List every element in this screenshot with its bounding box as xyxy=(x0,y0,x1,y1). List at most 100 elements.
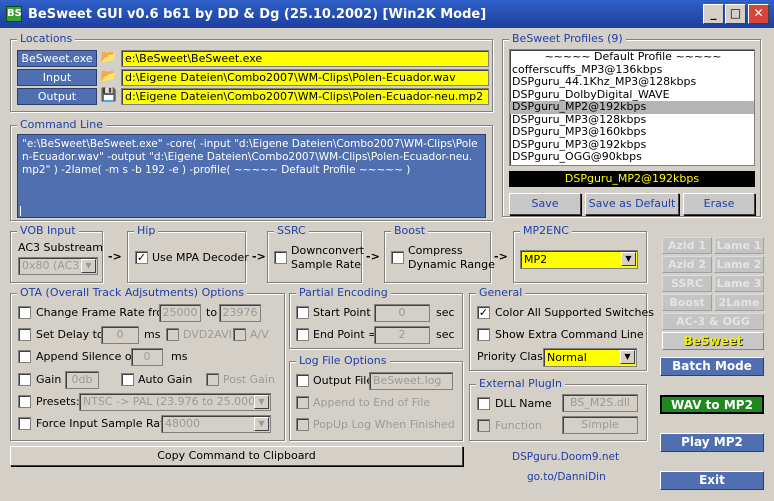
exit-button[interactable]: Exit xyxy=(660,471,764,490)
dannidin-link[interactable]: go.to/DanniDin xyxy=(527,471,606,483)
general-group: General ✓ Color All Supported Switches S… xyxy=(469,286,654,371)
chevron-down-icon[interactable]: ▼ xyxy=(81,259,96,273)
ssrc-group: SSRC Downconvert Sample Rate xyxy=(267,224,364,283)
output-file-checkbox[interactable] xyxy=(296,374,309,387)
downconvert-checkbox[interactable] xyxy=(274,251,287,264)
lame2-button[interactable]: Lame 2 xyxy=(714,256,764,273)
doom9-link[interactable]: DSPguru.Doom9.net xyxy=(512,451,619,463)
floppy-disk-icon[interactable]: 💾 xyxy=(99,88,119,105)
ms-label-2: ms xyxy=(171,350,188,363)
change-frame-rate-checkbox[interactable] xyxy=(18,306,31,319)
priority-class-value: Normal xyxy=(547,351,587,364)
show-extra-label: Show Extra Command Line xyxy=(495,328,644,341)
log-file-title: Log File Options xyxy=(296,354,390,367)
profile-item[interactable]: ~~~~~ Default Profile ~~~~~ xyxy=(510,50,754,64)
profile-item[interactable]: DSPguru_OGG@90kbps xyxy=(510,150,754,164)
general-title: General xyxy=(476,286,526,299)
presets-checkbox[interactable] xyxy=(18,395,31,408)
set-delay-checkbox[interactable] xyxy=(18,328,31,341)
mp2enc-select[interactable]: MP2 ▼ xyxy=(520,250,638,269)
auto-gain-checkbox[interactable] xyxy=(121,373,134,386)
priority-class-label: Priority Class xyxy=(477,350,549,363)
folder-open-icon[interactable]: 📂 xyxy=(99,69,119,86)
output-field[interactable]: d:\Eigene Dateien\Combo2007\WM-Clips\Pol… xyxy=(121,88,489,105)
ssrc-tag-button[interactable]: SSRC xyxy=(662,275,712,292)
minimize-button[interactable]: _ xyxy=(703,4,724,24)
external-plugin-title: External PlugIn xyxy=(476,377,565,390)
besweet-exe-field[interactable]: e:\BeSweet\BeSweet.exe xyxy=(121,50,489,67)
chevron-down-icon[interactable]: ▼ xyxy=(621,252,636,266)
use-mpa-decoder-checkbox[interactable]: ✓ xyxy=(135,251,148,264)
dvd2avi-label: DVD2AVI xyxy=(183,328,232,341)
input-field[interactable]: d:\Eigene Dateien\Combo2007\WM-Clips\Pol… xyxy=(121,69,489,86)
function-field[interactable]: Simple xyxy=(562,416,638,434)
append-to-end-checkbox[interactable] xyxy=(296,396,309,409)
output-button[interactable]: Output xyxy=(17,88,97,105)
function-checkbox[interactable] xyxy=(477,419,490,432)
command-line-text[interactable]: "e:\BeSweet\BeSweet.exe" -core( -input "… xyxy=(17,134,486,218)
silence-field[interactable]: 0 xyxy=(131,348,163,366)
besweet-exe-button[interactable]: BeSweet.exe xyxy=(17,50,97,67)
function-label: Function xyxy=(495,419,542,432)
append-silence-checkbox[interactable] xyxy=(18,350,31,363)
post-gain-checkbox[interactable] xyxy=(206,373,219,386)
gain-checkbox[interactable] xyxy=(18,373,31,386)
profiles-list[interactable]: ~~~~~ Default Profile ~~~~~ cofferscuffs… xyxy=(509,49,755,166)
start-point-checkbox[interactable] xyxy=(296,306,309,319)
azid2-button[interactable]: Azid 2 xyxy=(662,256,712,273)
profile-item[interactable]: DSPguru_44.1Khz_MP3@128kbps xyxy=(510,75,754,89)
delay-field[interactable]: 0 xyxy=(101,326,139,344)
force-sample-rate-checkbox[interactable] xyxy=(18,417,31,430)
save-button[interactable]: Save xyxy=(509,193,581,215)
av-checkbox[interactable] xyxy=(233,328,246,341)
hip-group: Hip ✓ Use MPA Decoder xyxy=(127,224,249,283)
force-sample-rate-label: Force Input Sample Rate xyxy=(36,417,172,430)
dll-name-field[interactable]: BS_M2S.dll xyxy=(562,394,638,412)
chevron-down-icon[interactable]: ▼ xyxy=(254,417,269,431)
force-sample-rate-select[interactable]: 48000 ▼ xyxy=(161,415,271,433)
chevron-down-icon[interactable]: ▼ xyxy=(254,395,269,409)
folder-open-icon[interactable]: 📂 xyxy=(99,50,119,67)
priority-class-select[interactable]: Normal ▼ xyxy=(543,348,637,367)
play-mp2-button[interactable]: Play MP2 xyxy=(660,433,764,452)
save-as-default-button[interactable]: Save as Default xyxy=(585,193,679,215)
auto-gain-label: Auto Gain xyxy=(138,373,193,386)
dll-name-checkbox[interactable] xyxy=(477,397,490,410)
end-point-checkbox[interactable] xyxy=(296,328,309,341)
lame1-button[interactable]: Lame 1 xyxy=(714,237,764,254)
batch-mode-button[interactable]: Batch Mode xyxy=(660,357,764,376)
frame-rate-to-field[interactable]: 23976 xyxy=(219,304,261,322)
title-bar[interactable]: BS BeSweet GUI v0.6 b61 by DD & Dg (25.1… xyxy=(0,0,774,28)
profile-item-selected[interactable]: DSPguru_MP2@192kbps xyxy=(510,100,754,114)
show-extra-checkbox[interactable] xyxy=(477,328,490,341)
chevron-down-icon[interactable]: ▼ xyxy=(620,350,635,364)
lame3-button[interactable]: Lame 3 xyxy=(714,275,764,292)
color-all-label: Color All Supported Switches xyxy=(495,306,654,319)
maximize-button[interactable]: □ xyxy=(725,4,746,24)
mp2enc-value: MP2 xyxy=(524,253,548,266)
compress-checkbox[interactable] xyxy=(391,251,404,264)
color-all-checkbox[interactable]: ✓ xyxy=(477,306,490,319)
end-point-field[interactable]: 2 xyxy=(374,326,430,344)
ac3-substream-label: AC3 Substream xyxy=(18,241,103,254)
ac3-ogg-button[interactable]: AC-3 & OGG xyxy=(662,313,764,330)
close-button[interactable]: ✕ xyxy=(748,4,769,24)
erase-button[interactable]: Erase xyxy=(683,193,755,215)
profile-item[interactable]: DSPguru_MP3@160kbps xyxy=(510,125,754,139)
dvd2avi-checkbox[interactable] xyxy=(166,328,179,341)
copy-command-button[interactable]: Copy Command to Clipboard xyxy=(10,446,463,466)
change-frame-rate-label: Change Frame Rate from xyxy=(36,306,174,319)
azid1-button[interactable]: Azid 1 xyxy=(662,237,712,254)
log-file-field[interactable]: BeSweet.log xyxy=(369,372,453,390)
frame-rate-from-field[interactable]: 25000 xyxy=(159,304,201,322)
presets-select[interactable]: NTSC -> PAL (23.976 to 25.000) ▼ xyxy=(79,393,271,411)
popup-log-checkbox[interactable] xyxy=(296,418,309,431)
ac3-substream-select[interactable]: 0x80 (AC3) ▼ xyxy=(18,257,98,275)
2lame-button[interactable]: 2Lame xyxy=(714,294,764,311)
input-button[interactable]: Input xyxy=(17,69,97,86)
gain-field[interactable]: 0db xyxy=(65,371,99,389)
start-point-field[interactable]: 0 xyxy=(374,304,430,322)
post-gain-label: Post Gain xyxy=(223,373,275,386)
wav-to-mp2-button[interactable]: WAV to MP2 xyxy=(660,395,764,414)
boost-tag-button[interactable]: Boost xyxy=(662,294,712,311)
